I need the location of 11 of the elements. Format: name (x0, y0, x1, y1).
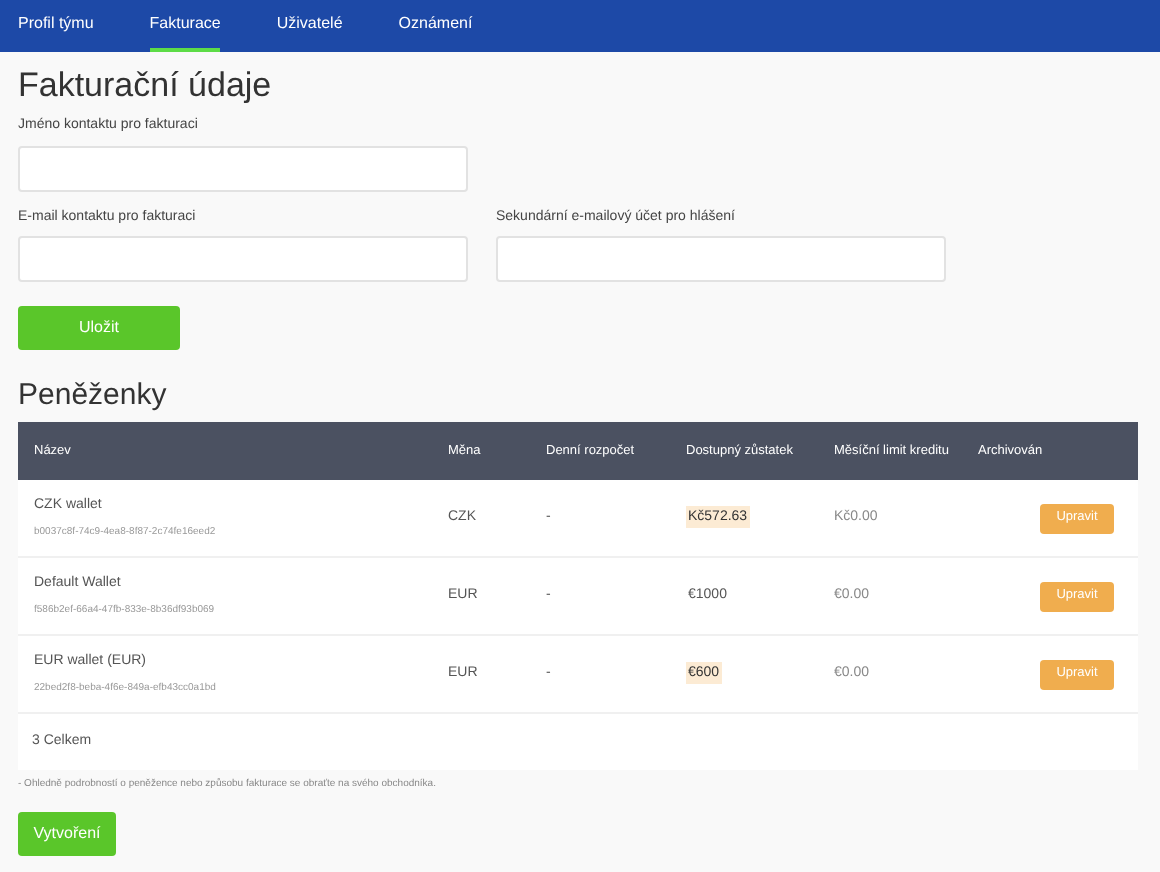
section-title: Peněženky (18, 378, 169, 414)
nav-tab[interactable]: Fakturace (149, 0, 221, 52)
save-button[interactable]: Uložit (18, 306, 180, 350)
nav-tab[interactable]: Profil týmu (18, 0, 94, 52)
input-field[interactable] (18, 145, 468, 191)
section-title: Fakturační údaje (18, 66, 274, 106)
input-field[interactable] (18, 236, 468, 282)
nav-tab[interactable]: Oznámení (398, 0, 473, 52)
input-field[interactable] (496, 236, 946, 282)
nav-tab[interactable]: Uživatelé (276, 0, 343, 52)
create-button[interactable]: Vytvoření (18, 811, 116, 855)
